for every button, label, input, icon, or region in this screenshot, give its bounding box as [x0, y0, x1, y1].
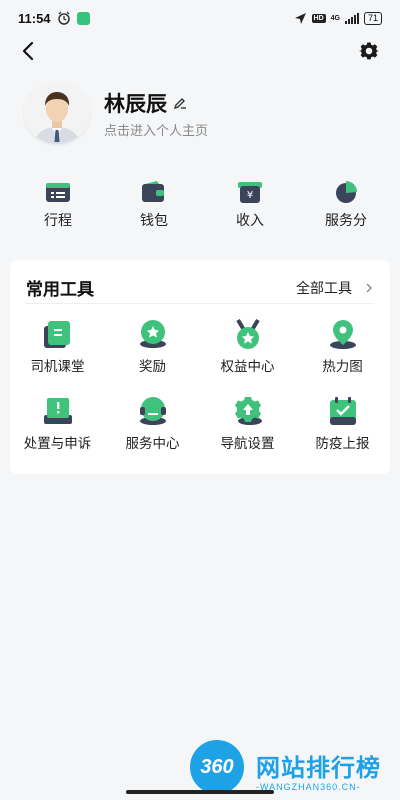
alarm-icon — [57, 11, 70, 25]
tool-label: 服务中心 — [125, 436, 180, 452]
profile-card[interactable]: 林辰辰 点击进入个人主页 — [24, 82, 384, 146]
battery-level: 71 — [363, 11, 382, 25]
status-bar: 11:54 HD 4G 71 — [0, 0, 400, 36]
home-indicator[interactable] — [126, 790, 274, 794]
epidemic-report-icon — [329, 397, 356, 425]
classroom-icon — [43, 321, 70, 348]
reward-icon — [139, 320, 166, 348]
watermark-badge: 360 — [190, 740, 244, 794]
appeal-icon — [43, 398, 72, 424]
all-tools-link[interactable]: 全部工具 — [296, 278, 374, 298]
tool-label: 奖励 — [139, 359, 166, 375]
quick-label-income: 收入 — [236, 213, 264, 229]
quick-item-service-score[interactable]: 服务分 — [298, 180, 394, 236]
tool-rights-center[interactable]: 权益中心 — [200, 318, 295, 375]
tool-label: 防疫上报 — [315, 436, 370, 452]
quick-actions: 行程 钱包 ¥ 收入 服务分 — [0, 180, 400, 236]
tool-driver-classroom[interactable]: 司机课堂 — [10, 318, 105, 375]
avatar-image — [24, 82, 90, 144]
network-type: 4G — [330, 14, 340, 22]
tool-epidemic-report[interactable]: 防疫上报 — [295, 395, 390, 452]
user-name: 林辰辰 — [104, 92, 167, 116]
tool-label: 热力图 — [322, 359, 363, 375]
quick-label-service-score: 服务分 — [325, 213, 367, 229]
back-arrow-icon[interactable] — [18, 40, 40, 62]
tools-title: 常用工具 — [26, 280, 94, 300]
nav-bar — [0, 36, 400, 66]
nav-settings-icon — [234, 397, 262, 425]
tools-card: 常用工具 全部工具 司机课堂 奖励 权益中心 热力图 处置与申诉 服务中心 导航… — [10, 260, 390, 474]
income-icon: ¥ — [238, 182, 262, 203]
svg-text:¥: ¥ — [247, 190, 253, 201]
quick-item-wallet[interactable]: 钱包 — [106, 180, 202, 236]
signal-icon — [344, 12, 359, 24]
tool-nav-settings[interactable]: 导航设置 — [200, 395, 295, 452]
chevron-right-icon — [366, 283, 372, 292]
wallet-icon — [142, 181, 164, 202]
headset-icon — [139, 397, 166, 425]
rights-medal-icon — [235, 318, 260, 349]
avatar[interactable] — [24, 82, 90, 144]
trip-list-icon — [46, 183, 70, 202]
watermark-title: 网站排行榜 — [256, 754, 381, 782]
tool-appeal[interactable]: 处置与申诉 — [10, 395, 105, 452]
tool-service-center[interactable]: 服务中心 — [105, 395, 200, 452]
tools-header: 常用工具 全部工具 — [26, 272, 374, 304]
location-arrow-icon — [294, 12, 306, 24]
all-tools-label: 全部工具 — [296, 280, 352, 297]
tool-label: 司机课堂 — [30, 359, 85, 375]
heatmap-pin-icon — [329, 320, 356, 349]
quick-label-trip: 行程 — [44, 213, 72, 229]
gear-icon[interactable] — [358, 40, 380, 62]
pencil-icon[interactable] — [173, 96, 187, 110]
quick-item-trip[interactable]: 行程 — [10, 180, 106, 236]
tool-heatmap[interactable]: 热力图 — [295, 318, 390, 375]
tool-label: 导航设置 — [220, 436, 275, 452]
status-time: 11:54 — [18, 10, 51, 26]
tool-reward[interactable]: 奖励 — [105, 318, 200, 375]
hd-badge: HD — [311, 13, 326, 23]
quick-label-wallet: 钱包 — [140, 213, 168, 229]
service-score-icon — [336, 181, 357, 203]
tool-label: 处置与申诉 — [23, 436, 92, 452]
quick-item-income[interactable]: ¥ 收入 — [202, 180, 298, 236]
tool-label: 权益中心 — [220, 359, 275, 375]
profile-subtitle: 点击进入个人主页 — [104, 124, 209, 139]
tools-grid: 司机课堂 奖励 权益中心 热力图 处置与申诉 服务中心 导航设置 防疫上报 — [10, 318, 390, 452]
app-notification-icon — [76, 11, 90, 25]
